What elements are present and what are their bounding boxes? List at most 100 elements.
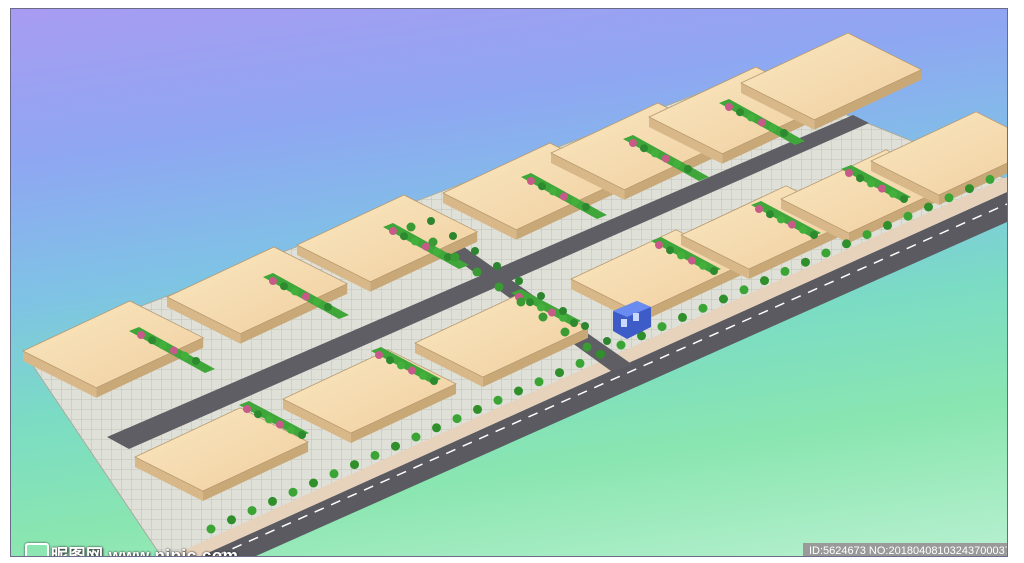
tree [526,298,534,307]
tree [889,189,897,198]
tree [582,203,590,211]
tree [287,425,295,434]
tree [538,312,548,322]
tree [313,297,321,306]
watermark-id: ID:5624673 NO:20180408103243700037 [803,543,1007,556]
tree [777,215,785,224]
tree [662,154,670,163]
tree [386,356,394,365]
tree [657,322,667,332]
tree [878,184,886,193]
tree [570,319,578,327]
tree [137,331,145,339]
tree [780,266,790,276]
tree [265,415,273,424]
tree [856,174,864,183]
tree [433,247,441,256]
tree [684,165,692,173]
tree [493,262,501,270]
tree [867,179,875,188]
tree [582,342,592,352]
tree [537,292,545,300]
tree [655,241,663,249]
tree [739,285,749,295]
tree [725,103,733,111]
tree [699,261,707,270]
tree [710,267,718,275]
tree [903,211,913,221]
tree [616,340,626,350]
tree [769,123,777,132]
tree [537,303,545,312]
tree [298,431,306,439]
tree [548,308,556,317]
tree [799,225,807,234]
tree [842,239,851,249]
tree [276,420,284,429]
tree [473,404,482,414]
tree [406,222,416,232]
tree [400,232,408,241]
tree [428,237,438,247]
tree [254,410,262,419]
tree [862,230,872,240]
tree [801,257,810,267]
tree [719,294,728,304]
tree [527,177,535,185]
tree [780,129,788,137]
tree [883,220,892,230]
tree [736,108,744,117]
tree [603,337,611,345]
tree [329,469,339,479]
tree [397,361,405,370]
tree [375,351,383,359]
tree [944,193,954,203]
tree [494,282,504,292]
tree [411,432,421,442]
tree [538,182,546,191]
tree [408,366,416,375]
tree [148,336,156,345]
tree [324,303,332,311]
tree [472,267,482,277]
rendering-frame: 昵图网 www.nipic.com ID:5624673 NO:20180408… [10,8,1008,557]
tree [900,195,908,203]
tree [206,524,216,534]
tree [243,405,251,413]
tree [411,237,419,246]
tree [677,251,685,260]
tree [560,192,568,201]
watermark-site: 昵图网 www.nipic.com [25,541,238,556]
tree [391,441,400,451]
tree [430,377,438,385]
tree [291,287,299,296]
tree [755,205,763,213]
tree [288,487,298,497]
tree [640,144,648,153]
tree [422,242,430,251]
tree [559,307,567,315]
tree [350,460,359,470]
nipic-logo-icon [25,543,49,556]
tree [555,368,564,378]
tree [247,506,257,516]
tree [747,113,755,122]
tree [560,327,570,337]
tree [389,227,397,235]
tree [651,149,659,158]
tree [302,292,310,301]
tree [581,322,589,330]
tree [192,357,200,365]
tree [788,220,796,229]
tree [965,184,974,194]
tree [181,351,189,360]
tree [688,256,696,265]
tree [449,232,457,240]
tree [471,247,479,255]
tree [810,231,818,239]
tree [985,174,995,184]
tree [516,297,526,307]
tree [698,303,708,313]
tree [493,395,503,405]
tree [760,276,769,286]
